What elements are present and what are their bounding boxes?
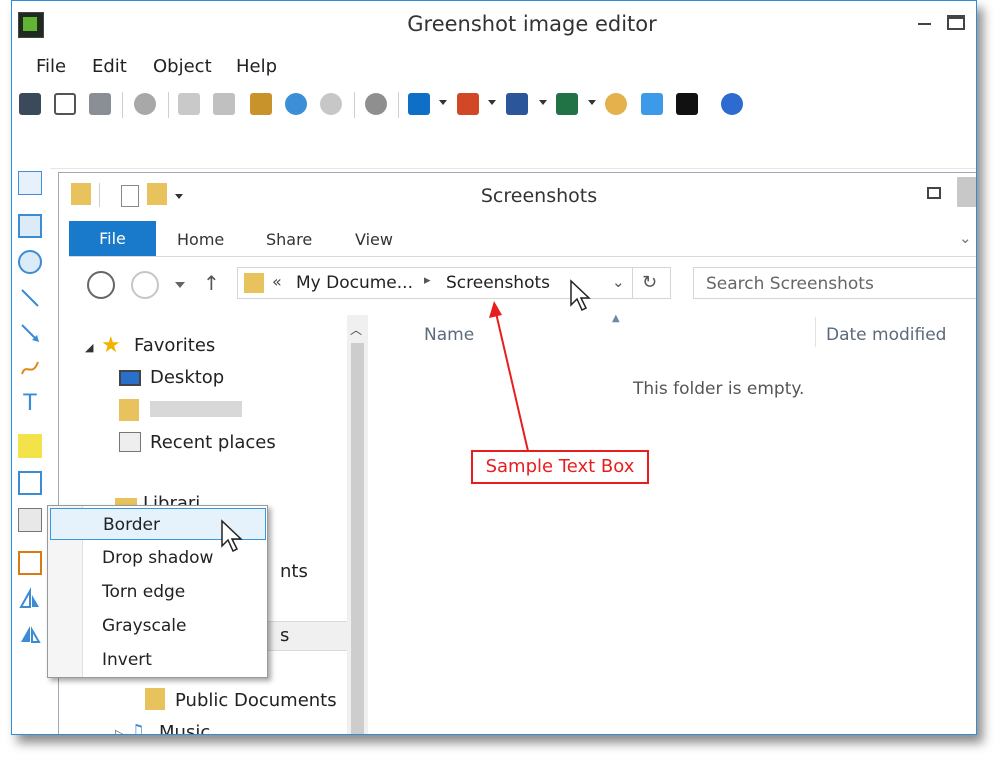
menu-item-torn-edge[interactable]: Torn edge bbox=[50, 576, 266, 608]
mouse-pointer-icon bbox=[221, 519, 243, 553]
menu-item-label: Invert bbox=[102, 650, 152, 670]
menu-item-label: Grayscale bbox=[102, 616, 187, 636]
greenshot-editor-window: Greenshot image editor File Edit Object … bbox=[11, 0, 977, 735]
annotation-textbox[interactable]: Sample Text Box bbox=[471, 450, 649, 484]
menu-item-grayscale[interactable]: Grayscale bbox=[50, 610, 266, 642]
menu-item-label: Drop shadow bbox=[102, 548, 214, 568]
menu-item-invert[interactable]: Invert bbox=[50, 644, 266, 676]
menu-item-label: Torn edge bbox=[102, 582, 186, 602]
menu-item-label: Border bbox=[103, 515, 160, 535]
